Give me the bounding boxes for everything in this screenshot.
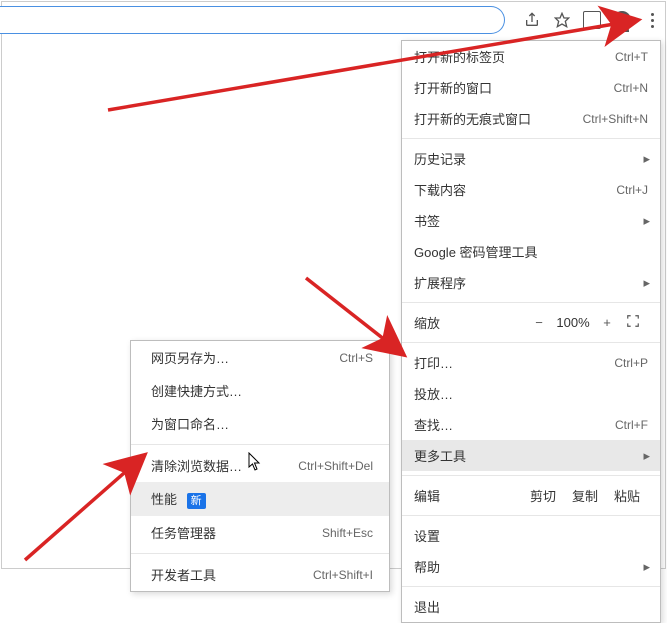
submenu-task-manager[interactable]: 任务管理器 Shift+Esc [131,516,389,549]
submenu-create-shortcut[interactable]: 创建快捷方式… [131,374,389,407]
edit-copy-button[interactable]: 复制 [564,486,606,505]
menu-extensions[interactable]: 扩展程序 ▸ [402,267,660,298]
menu-item-label: 下载内容 [414,180,616,199]
browser-toolbar [0,6,661,34]
menu-separator [402,515,660,516]
menu-separator [402,302,660,303]
chevron-right-icon: ▸ [643,213,650,229]
star-icon[interactable] [553,11,571,29]
menu-item-label: 历史记录 [414,149,648,168]
menu-item-shortcut: Ctrl+Shift+N [583,112,648,126]
menu-item-label: 性能 新 [151,489,373,509]
chrome-main-menu: 打开新的标签页 Ctrl+T 打开新的窗口 Ctrl+N 打开新的无痕式窗口 C… [401,40,661,623]
menu-item-label: 打开新的无痕式窗口 [414,109,583,128]
menu-password-manager[interactable]: Google 密码管理工具 [402,236,660,267]
menu-item-shortcut: Ctrl+S [339,351,373,365]
menu-item-label: 更多工具 [414,446,648,465]
menu-item-shortcut: Ctrl+J [616,183,648,197]
more-tools-submenu: 网页另存为… Ctrl+S 创建快捷方式… 为窗口命名… 清除浏览数据… Ctr… [130,340,390,592]
menu-item-text: 性能 [151,492,177,507]
extension-icon[interactable] [583,11,601,29]
menu-more-tools[interactable]: 更多工具 ▸ [402,440,660,471]
menu-item-label: 清除浏览数据… [151,456,298,475]
menu-item-label: 投放… [414,384,648,403]
menu-item-label: 打印… [414,353,614,372]
submenu-save-page-as[interactable]: 网页另存为… Ctrl+S [131,341,389,374]
menu-separator [402,586,660,587]
menu-item-shortcut: Shift+Esc [322,526,373,540]
menu-item-label: 网页另存为… [151,348,339,367]
menu-zoom: 缩放 − 100% + [402,307,660,338]
omnibox[interactable] [0,6,505,34]
menu-separator [402,475,660,476]
menu-print[interactable]: 打印… Ctrl+P [402,347,660,378]
menu-separator [131,553,389,554]
menu-new-window[interactable]: 打开新的窗口 Ctrl+N [402,72,660,103]
zoom-level: 100% [550,315,596,330]
submenu-developer-tools[interactable]: 开发者工具 Ctrl+Shift+I [131,558,389,591]
edit-cut-button[interactable]: 剪切 [522,486,564,505]
menu-help[interactable]: 帮助 ▸ [402,551,660,582]
menu-downloads[interactable]: 下载内容 Ctrl+J [402,174,660,205]
menu-settings[interactable]: 设置 [402,520,660,551]
chevron-right-icon: ▸ [643,559,650,575]
menu-new-tab[interactable]: 打开新的标签页 Ctrl+T [402,41,660,72]
new-badge: 新 [187,493,206,509]
menu-separator [131,444,389,445]
menu-find[interactable]: 查找… Ctrl+F [402,409,660,440]
menu-separator [402,138,660,139]
menu-item-label: 打开新的窗口 [414,78,614,97]
menu-history[interactable]: 历史记录 ▸ [402,143,660,174]
menu-item-shortcut: Ctrl+N [614,81,648,95]
zoom-in-button[interactable]: + [596,315,618,330]
chevron-right-icon: ▸ [643,275,650,291]
submenu-performance[interactable]: 性能 新 [131,482,389,516]
menu-item-label: 开发者工具 [151,565,313,584]
menu-item-label: 帮助 [414,557,648,576]
menu-cast[interactable]: 投放… [402,378,660,409]
menu-item-shortcut: Ctrl+Shift+Del [298,459,373,473]
menu-new-incognito[interactable]: 打开新的无痕式窗口 Ctrl+Shift+N [402,103,660,134]
menu-separator [402,342,660,343]
submenu-clear-browsing-data[interactable]: 清除浏览数据… Ctrl+Shift+Del [131,449,389,482]
submenu-name-window[interactable]: 为窗口命名… [131,407,389,440]
menu-item-label: 缩放 [414,313,528,332]
menu-item-label: 退出 [414,597,648,616]
chevron-right-icon: ▸ [643,151,650,167]
menu-item-label: 打开新的标签页 [414,47,615,66]
edit-paste-button[interactable]: 粘贴 [606,486,648,505]
menu-edit: 编辑 剪切 复制 粘贴 [402,480,660,511]
chevron-right-icon: ▸ [643,448,650,464]
menu-exit[interactable]: 退出 [402,591,660,622]
fullscreen-icon[interactable] [626,314,648,331]
menu-item-label: 扩展程序 [414,273,648,292]
share-icon[interactable] [523,11,541,29]
menu-item-label: 设置 [414,526,648,545]
zoom-out-button[interactable]: − [528,315,550,330]
menu-item-label: 书签 [414,211,648,230]
menu-item-label: 创建快捷方式… [151,381,373,400]
menu-item-label: Google 密码管理工具 [414,242,648,261]
menu-item-label: 为窗口命名… [151,414,373,433]
kebab-menu-icon[interactable] [643,11,661,29]
profile-icon[interactable] [613,11,631,29]
menu-bookmarks[interactable]: 书签 ▸ [402,205,660,236]
menu-item-shortcut: Ctrl+T [615,50,648,64]
menu-item-label: 编辑 [414,486,522,505]
menu-item-shortcut: Ctrl+F [615,418,648,432]
menu-item-label: 查找… [414,415,615,434]
menu-item-shortcut: Ctrl+P [614,356,648,370]
menu-item-label: 任务管理器 [151,523,322,542]
